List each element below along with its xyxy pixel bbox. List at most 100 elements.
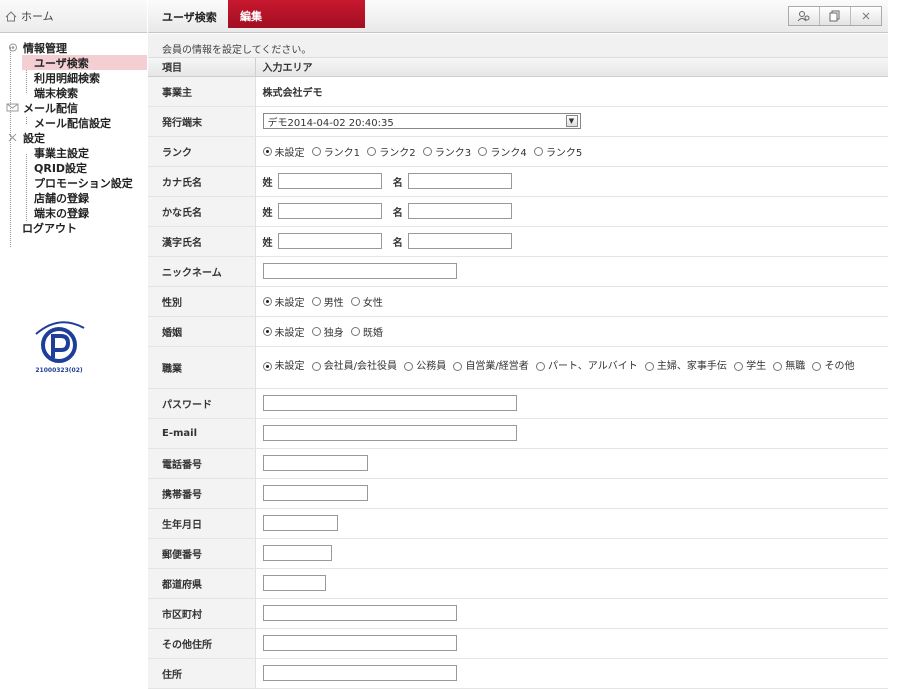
sidebar-item-label: 利用明細検索 — [34, 71, 100, 85]
job-option-employee[interactable]: 会社員/会社役員 — [311, 359, 398, 374]
job-option-unemployed[interactable]: 無職 — [773, 359, 805, 374]
table-row: 郵便番号 — [148, 538, 888, 569]
marriage-option-single[interactable]: 独身 — [311, 324, 344, 339]
job-option-self-employed[interactable]: 自営業/経営者 — [453, 359, 529, 374]
gender-option-unset[interactable]: 未設定 — [262, 294, 305, 309]
rank-option-unset[interactable]: 未設定 — [262, 144, 305, 159]
phone-input[interactable] — [262, 455, 368, 471]
city-label: 市区町村 — [148, 598, 256, 629]
other-address-label: その他住所 — [148, 628, 256, 659]
radio-icon — [536, 361, 545, 371]
hira-mei-input[interactable] — [407, 203, 512, 219]
rank-option-4[interactable]: ランク4 — [478, 144, 527, 159]
radio-label: 会社員/会社役員 — [323, 360, 398, 372]
top-bar: ユーザ検索 編集 — [148, 0, 888, 33]
job-option-civil-servant[interactable]: 公務員 — [404, 359, 446, 374]
table-row: E-mail — [148, 418, 888, 449]
radio-icon — [350, 326, 360, 336]
job-option-homemaker[interactable]: 主婦、家事手伝 — [644, 359, 727, 374]
copy-button[interactable] — [820, 7, 851, 25]
table-row: カナ氏名 姓 名 — [148, 166, 888, 197]
tab-user-search[interactable]: ユーザ検索 — [162, 9, 217, 25]
city-input[interactable] — [262, 605, 457, 621]
kana-mei-input[interactable] — [407, 173, 512, 189]
marriage-option-unset[interactable]: 未設定 — [262, 324, 305, 339]
sidebar-item-mail-settings[interactable]: メール配信設定 — [0, 115, 147, 130]
radio-label: 未設定 — [274, 327, 305, 339]
kanji-sei-input[interactable] — [277, 233, 382, 249]
hira-sei-input[interactable] — [277, 203, 382, 219]
rank-option-1[interactable]: ランク1 — [311, 144, 360, 159]
sidebar-item-store-register[interactable]: 店舗の登録 — [0, 190, 147, 205]
copy-icon — [829, 10, 840, 22]
rank-option-5[interactable]: ランク5 — [533, 144, 583, 159]
close-button[interactable] — [851, 7, 881, 25]
user-search-icon — [797, 11, 810, 22]
rank-option-3[interactable]: ランク3 — [422, 144, 472, 159]
sidebar: ホーム 情報管理 ユーザ検索 利用明細検索 端末検索 メール配信 メール配信設定… — [0, 0, 147, 672]
zip-label: 郵便番号 — [148, 538, 256, 569]
right-gutter — [888, 0, 911, 672]
job-option-unset[interactable]: 未設定 — [262, 359, 305, 374]
user-search-button[interactable] — [789, 7, 820, 25]
sidebar-item-user-search[interactable]: ユーザ検索 — [22, 55, 147, 70]
table-row: その他住所 — [148, 628, 888, 659]
mobile-input[interactable] — [262, 485, 368, 501]
nickname-input[interactable] — [262, 263, 457, 279]
home-link[interactable]: ホーム — [0, 0, 147, 33]
password-input[interactable] — [262, 395, 517, 411]
sidebar-item-owner-settings[interactable]: 事業主設定 — [0, 145, 147, 160]
sidebar-item-terminal-search[interactable]: 端末検索 — [0, 85, 147, 100]
address-input[interactable] — [262, 665, 457, 681]
sidebar-item-promotion-settings[interactable]: プロモーション設定 — [0, 175, 147, 190]
kana-sei-input[interactable] — [277, 173, 382, 189]
radio-label: パート、アルバイト — [548, 360, 638, 372]
phone-label: 電話番号 — [148, 448, 256, 479]
member-form-table: 項目 入力エリア 事業主 株式会社デモ 発行端末 デモ2014-04-02 20… — [148, 58, 888, 689]
gender-option-female[interactable]: 女性 — [350, 294, 383, 309]
home-icon — [5, 10, 17, 21]
radio-icon — [773, 361, 783, 371]
kanji-mei-input[interactable] — [407, 233, 512, 249]
job-option-part-time[interactable]: パート、アルバイト — [536, 359, 638, 374]
radio-icon — [478, 146, 488, 156]
radio-label: ランク5 — [545, 147, 583, 159]
nav-group-label: 情報管理 — [23, 41, 67, 55]
sidebar-item-label: プロモーション設定 — [34, 176, 133, 190]
job-option-other[interactable]: その他 — [812, 359, 854, 374]
radio-label: 未設定 — [274, 360, 305, 372]
sidebar-item-terminal-register[interactable]: 端末の登録 — [0, 205, 147, 220]
prefecture-input[interactable] — [262, 575, 326, 591]
chevron-down-icon: ▼ — [565, 115, 578, 127]
sidebar-item-qrid-settings[interactable]: QRID設定 — [0, 160, 147, 175]
other-address-input[interactable] — [262, 635, 457, 651]
logout-link[interactable]: ログアウト — [0, 220, 147, 235]
birthday-input[interactable] — [262, 515, 338, 531]
terminal-select[interactable]: デモ2014-04-02 20:40:35 ▼ — [262, 113, 581, 129]
sidebar-item-usage-search[interactable]: 利用明細検索 — [0, 70, 147, 85]
zip-input[interactable] — [262, 545, 332, 561]
nav-group-info[interactable]: 情報管理 — [0, 40, 147, 55]
radio-icon — [311, 146, 321, 156]
table-row: 市区町村 — [148, 598, 888, 629]
nickname-label: ニックネーム — [148, 256, 256, 287]
rank-option-2[interactable]: ランク2 — [367, 144, 416, 159]
gender-option-male[interactable]: 男性 — [311, 294, 344, 309]
radio-icon — [404, 361, 414, 371]
table-row: 性別 未設定 男性 女性 — [148, 286, 888, 317]
rank-label: ランク — [148, 136, 256, 167]
tab-edit[interactable]: 編集 — [228, 0, 365, 28]
marriage-option-married[interactable]: 既婚 — [350, 324, 383, 339]
radio-label: 既婚 — [362, 327, 383, 339]
radio-selected-icon — [262, 361, 272, 371]
nav-group-settings[interactable]: 設定 — [0, 130, 147, 145]
nav-group-mail[interactable]: メール配信 — [0, 100, 147, 115]
email-input[interactable] — [262, 425, 517, 441]
radio-label: ランク3 — [434, 147, 472, 159]
radio-selected-icon — [262, 326, 272, 336]
radio-label: 主婦、家事手伝 — [656, 360, 727, 372]
radio-label: 未設定 — [274, 147, 305, 159]
gender-label: 性別 — [148, 286, 256, 317]
job-option-student[interactable]: 学生 — [734, 359, 766, 374]
marriage-radio-group: 未設定 独身 既婚 — [255, 316, 888, 347]
